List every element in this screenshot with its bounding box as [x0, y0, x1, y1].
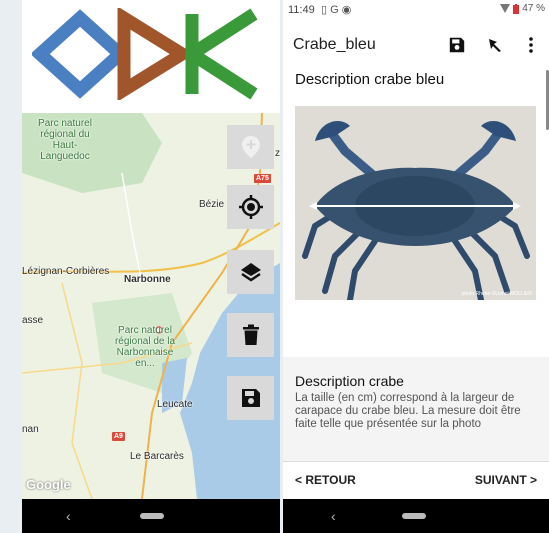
map-label-beziers: Bézie: [199, 199, 225, 210]
page-title: Crabe_bleu: [293, 36, 376, 53]
back-label: RETOUR: [305, 473, 356, 487]
more-vert-icon: [529, 37, 533, 53]
status-time: 11:49: [288, 4, 315, 16]
nav-back-button[interactable]: ‹: [66, 508, 71, 524]
description-text: La taille (en cm) correspond à la largeu…: [295, 392, 521, 430]
android-nav-bar: ‹: [22, 499, 280, 533]
floppy-disk-icon: [449, 37, 465, 53]
map-label-beziers-partial: z: [275, 148, 280, 159]
map-view[interactable]: Parc naturel régional du Haut-Languedoc …: [22, 113, 280, 499]
odk-logo: [32, 8, 258, 100]
description-panel: Description crabe La taille (en cm) corr…: [283, 357, 549, 461]
form-content[interactable]: Description crabe bleu photo Rhone ©Lion…: [283, 68, 549, 357]
blue-crab-photo: photo Rhone ©Lionel MOLLIER: [295, 106, 536, 300]
road-badge-a75: A75: [254, 174, 271, 183]
crosshair-gps-icon: [238, 195, 263, 219]
form-navigation: < RETOUR SUIVANT >: [283, 461, 549, 500]
status-notification-icons: ▯ G ◉: [321, 4, 352, 16]
appbar-save-button[interactable]: [446, 34, 468, 56]
map-label-asse: asse: [22, 315, 44, 326]
next-button[interactable]: SUIVANT >: [475, 473, 537, 487]
map-label-le-barcares: Le Barcarès: [130, 451, 184, 462]
pointer-icon: [489, 39, 501, 52]
save-button[interactable]: [227, 376, 274, 420]
app-bar: Crabe_bleu: [283, 22, 549, 68]
section-title: Description crabe bleu: [295, 71, 445, 88]
battery-percent: 47 %: [522, 3, 545, 14]
map-label-nan: nan: [22, 424, 39, 435]
wifi-icon: [500, 4, 511, 13]
appbar-more-button[interactable]: [520, 34, 542, 56]
left-phone-screen: Parc naturel régional du Haut-Languedoc …: [22, 0, 280, 533]
road-badge-a9: A9: [112, 432, 125, 441]
layers-icon: [240, 263, 261, 282]
crab-illustration: [295, 106, 536, 300]
android-nav-bar-right: ‹: [283, 499, 549, 533]
map-pin-plus-icon: [241, 136, 260, 158]
locate-me-button[interactable]: [227, 185, 274, 229]
map-label-park-narbonnaise: Parc naturel régional de la Narbonnaise …: [114, 325, 176, 369]
description-title: Description crabe: [295, 373, 404, 389]
floppy-disk-icon: [241, 389, 260, 407]
map-label-leucate: Leucate: [157, 399, 193, 410]
photo-credit: photo Rhone ©Lionel MOLLIER: [461, 291, 532, 297]
layers-button[interactable]: [227, 250, 274, 294]
status-right-group: 47 %: [500, 3, 545, 14]
map-background: [22, 113, 280, 499]
google-logo: Google: [26, 477, 71, 492]
nav-home-pill-right[interactable]: [402, 513, 426, 519]
battery-icon: [513, 3, 520, 14]
map-label-narbonne: Narbonne: [124, 274, 171, 285]
delete-button[interactable]: [227, 313, 274, 357]
nav-back-button-right[interactable]: ‹: [331, 508, 336, 524]
trash-icon: [242, 324, 259, 345]
add-marker-button[interactable]: [227, 125, 274, 169]
status-bar: 11:49 ▯ G ◉ 47 %: [283, 0, 549, 22]
chevron-left-icon: <: [295, 473, 306, 487]
appbar-goto-button[interactable]: [484, 34, 506, 56]
chevron-right-icon: >: [526, 473, 537, 487]
back-button[interactable]: < RETOUR: [295, 473, 356, 487]
map-label-park-haut-languedoc: Parc naturel régional du Haut-Languedoc: [38, 118, 92, 162]
map-label-lezignan: Lézignan-Corbières: [22, 266, 110, 277]
nav-home-pill[interactable]: [140, 513, 164, 519]
app-logo: [22, 0, 280, 113]
next-label: SUIVANT: [474, 473, 527, 487]
right-phone-screen: 11:49 ▯ G ◉ 47 % Crabe_bleu Description …: [283, 0, 549, 533]
